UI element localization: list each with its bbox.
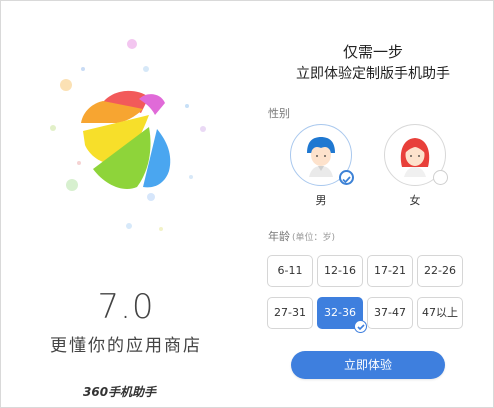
age-option-6-11[interactable]: 6-11	[267, 255, 313, 287]
brand-wordmark: 360手机助手	[83, 385, 157, 399]
gender-option-female[interactable]	[384, 124, 448, 186]
gender-label-male: 男	[315, 194, 327, 207]
app-window: 7.0 更懂你的应用商店 360手机助手 仅需一步 立即体验定制版手机助手 性别…	[0, 0, 494, 408]
setup-panel: 仅需一步 立即体验定制版手机助手 性别 男 女 年龄 (单位：岁) 6-11 1…	[253, 1, 493, 407]
male-selected-check-icon	[339, 170, 354, 185]
age-option-47-plus[interactable]: 47以上	[417, 297, 463, 329]
headline: 仅需一步	[342, 43, 403, 61]
age-option-27-31[interactable]: 27-31	[267, 297, 313, 329]
app-logo-icon	[50, 39, 206, 231]
age-option-12-16[interactable]: 12-16	[317, 255, 363, 287]
gender-label-female: 女	[409, 194, 421, 207]
age-unit-text: (单位：岁)	[292, 233, 336, 243]
tagline: 更懂你的应用商店	[50, 336, 202, 356]
version-number: 7.0	[97, 287, 155, 327]
age-option-32-36-label: 32-36	[324, 306, 356, 319]
age-section-label: 年龄 (单位：岁)	[268, 228, 335, 244]
start-experience-button[interactable]: 立即体验	[291, 351, 445, 379]
age-option-22-26[interactable]: 22-26	[417, 255, 463, 287]
age-selected-check-icon	[354, 320, 367, 333]
brand-panel: 7.0 更懂你的应用商店 360手机助手	[1, 1, 251, 407]
age-option-17-21[interactable]: 17-21	[367, 255, 413, 287]
female-unselected-radio-icon	[433, 170, 448, 185]
age-option-32-36[interactable]: 32-36	[317, 297, 367, 333]
gender-section-label: 性别	[268, 107, 290, 120]
gender-option-male[interactable]	[290, 124, 354, 186]
subheadline: 立即体验定制版手机助手	[296, 66, 450, 82]
age-label-text: 年龄	[268, 230, 290, 243]
age-option-37-47[interactable]: 37-47	[367, 297, 413, 329]
